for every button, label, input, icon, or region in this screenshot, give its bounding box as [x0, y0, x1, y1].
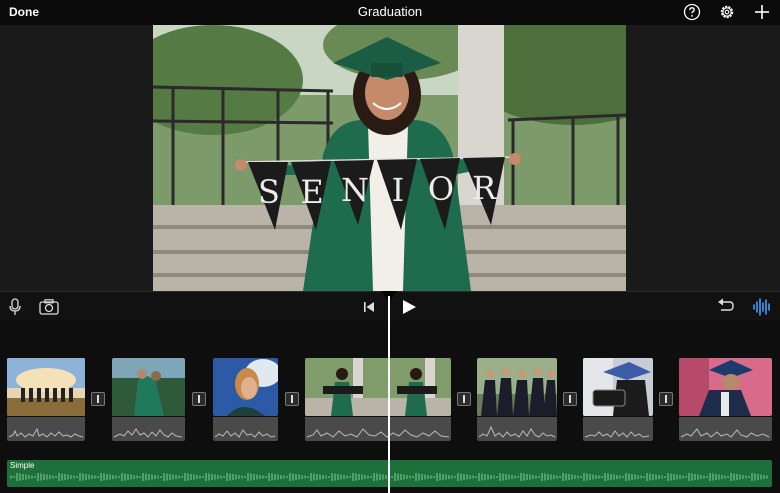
clip-group-toss[interactable] [7, 358, 85, 441]
add-icon[interactable] [753, 3, 771, 21]
banner-letter: S [258, 173, 280, 211]
help-icon[interactable] [683, 3, 701, 21]
clip-audio-waveform [7, 417, 85, 441]
skip-to-start-icon[interactable] [363, 301, 375, 313]
clip-audio-waveform [477, 417, 557, 441]
timeline[interactable]: Simple [0, 321, 780, 493]
clip-thumbnail [583, 358, 653, 416]
clip-audio-waveform [213, 417, 278, 441]
undo-icon[interactable] [717, 298, 735, 314]
clip-cap-sign[interactable] [583, 358, 653, 441]
clip-senior-banner[interactable] [305, 358, 451, 441]
play-icon[interactable] [401, 299, 417, 315]
playhead[interactable] [388, 296, 390, 493]
transition-button[interactable] [457, 392, 471, 406]
top-bar: Done Graduation [0, 0, 780, 25]
banner-letter: O [428, 170, 454, 208]
video-preview[interactable]: S E N I O R [153, 25, 626, 291]
clip-audio-waveform [305, 417, 451, 441]
clip-audio-waveform [679, 417, 772, 441]
clip-portrait-side[interactable] [213, 358, 278, 441]
video-viewer: S E N I O R [0, 25, 780, 291]
settings-icon[interactable] [718, 3, 736, 21]
clip-thumbnail [213, 358, 278, 416]
clip-graduates-group[interactable] [477, 358, 557, 441]
banner-letter: N [341, 171, 369, 209]
clip-audio-waveform [583, 417, 653, 441]
camera-icon[interactable] [39, 299, 59, 315]
clip-thumbnail [7, 358, 85, 416]
transition-button[interactable] [91, 392, 105, 406]
project-title: Graduation [357, 4, 423, 19]
clip-thumbnail [679, 358, 772, 416]
clip-two-graduates[interactable] [112, 358, 185, 441]
banner-letter: R [472, 169, 497, 207]
banner-letter: E [300, 173, 323, 211]
banner-letter: I [392, 171, 405, 209]
clip-cap-closeup[interactable] [679, 358, 772, 441]
transition-button[interactable] [659, 392, 673, 406]
clip-audio-waveform [112, 417, 185, 441]
audio-waveform-icon[interactable] [752, 297, 772, 317]
clip-thumbnail [305, 358, 451, 416]
clip-thumbnail [477, 358, 557, 416]
clip-thumbnail [112, 358, 185, 416]
transition-button[interactable] [192, 392, 206, 406]
microphone-icon[interactable] [8, 298, 22, 316]
transition-button[interactable] [285, 392, 299, 406]
transition-button[interactable] [563, 392, 577, 406]
